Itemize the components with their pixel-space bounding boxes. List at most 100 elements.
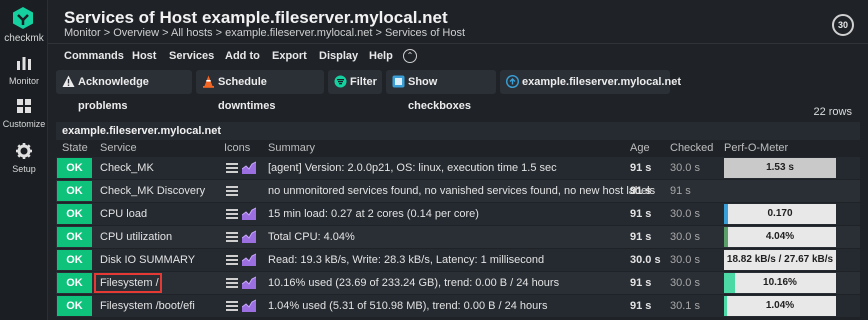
menu-services[interactable]: Services: [169, 50, 214, 62]
menu-add-to[interactable]: Add to: [225, 50, 260, 62]
table-row: OK Filesystem /boot/efi 1.04% used (5.31 o…: [56, 295, 860, 317]
perf-o-meter[interactable]: 1.53 s: [724, 158, 836, 178]
checkbox-icon: [392, 75, 405, 88]
state-badge: OK: [57, 158, 92, 178]
perf-o-meter[interactable]: 10.16%: [724, 273, 836, 293]
state-badge: OK: [57, 273, 92, 293]
service-link[interactable]: CPU utilization: [100, 231, 172, 243]
perf-o-meter[interactable]: 4.04%: [724, 227, 836, 247]
graph-icon[interactable]: [242, 276, 256, 289]
refresh-countdown[interactable]: 30: [832, 14, 854, 36]
table-row: OK Filesystem /10.16% used (23.69 of 233.…: [56, 272, 860, 294]
row-count: 22 rows: [813, 106, 852, 118]
col-perf-o-meter[interactable]: Perf-O-Meter: [724, 142, 788, 154]
schedule-downtimes-button[interactable]: Schedule downtimes: [196, 70, 324, 112]
summary-text: [agent] Version: 2.0.0p21, OS: linux, ex…: [268, 162, 557, 174]
info-icon: [506, 75, 519, 88]
logo-text: checkmk: [4, 33, 44, 44]
graph-icon[interactable]: [242, 161, 256, 174]
table-row: OK Check_MK Discovery no unmonitored servi…: [56, 180, 860, 202]
checked-value: 30.0 s: [670, 231, 700, 243]
menu-icon[interactable]: [226, 232, 238, 242]
summary-text: no unmonitored services found, no vanish…: [268, 185, 656, 197]
menu-display[interactable]: Display: [319, 50, 358, 62]
grid-icon: [17, 99, 31, 113]
col-state[interactable]: State: [62, 142, 88, 154]
checked-value: 30.0 s: [670, 254, 700, 266]
warning-icon: [62, 75, 75, 87]
sidebar-item-monitor[interactable]: Monitor: [0, 54, 48, 86]
page-title: Services of Host example.fileserver.mylo…: [64, 8, 448, 27]
service-link[interactable]: CPU load: [100, 208, 147, 220]
age-value: 91 s: [630, 185, 652, 197]
perf-label: 1.04%: [765, 300, 795, 311]
age-value: 91 s: [630, 277, 652, 289]
state-badge: OK: [57, 181, 92, 201]
age-value: 91 s: [630, 231, 652, 243]
perf-label: 4.04%: [765, 231, 795, 242]
sidebar-item-label: Setup: [12, 164, 36, 174]
age-value: 91 s: [630, 300, 652, 312]
checked-value: 30.0 s: [670, 208, 700, 220]
host-group-header[interactable]: example.fileserver.mylocal.net: [56, 122, 860, 140]
age-value: 91 s: [630, 208, 652, 220]
menu-export[interactable]: Export: [272, 50, 307, 62]
menu-bar: Commands Host Services Add to Export Dis…: [48, 43, 868, 67]
perf-label: 1.53 s: [766, 162, 794, 173]
filter-label: Filter: [350, 76, 377, 88]
menu-icon[interactable]: [226, 163, 238, 173]
col-checked[interactable]: Checked: [670, 142, 713, 154]
chevron-up-icon[interactable]: ⌃: [403, 49, 417, 63]
service-link[interactable]: Filesystem /boot/efi: [100, 300, 195, 312]
col-service[interactable]: Service: [100, 142, 137, 154]
table-row: OK Check_MK [agent] Version: 2.0.0p21, OS:…: [56, 157, 860, 179]
sidebar: checkmk Monitor Customize Setup: [0, 0, 48, 320]
graph-icon[interactable]: [242, 299, 256, 312]
table-header: State Service Icons Summary Age Checked …: [56, 140, 860, 156]
perf-label: 10.16%: [763, 277, 797, 288]
filter-button[interactable]: Filter: [328, 70, 382, 94]
menu-host[interactable]: Host: [132, 50, 156, 62]
acknowledge-button[interactable]: Acknowledge problems: [56, 70, 192, 112]
filter-icon: [334, 75, 347, 88]
show-checkboxes-button[interactable]: Show checkboxes: [386, 70, 496, 112]
checked-value: 30.0 s: [670, 162, 700, 174]
bar-chart-icon: [17, 57, 31, 70]
menu-icon[interactable]: [226, 301, 238, 311]
sidebar-item-label: Customize: [2, 119, 46, 129]
table-row: OK CPU utilization Total CPU: 4.04% 91 s 30.…: [56, 226, 860, 248]
col-icons[interactable]: Icons: [224, 142, 250, 154]
summary-text: Total CPU: 4.04%: [268, 231, 355, 243]
gear-icon: [16, 143, 32, 159]
graph-icon[interactable]: [242, 230, 256, 243]
state-badge: OK: [57, 296, 92, 316]
col-summary[interactable]: Summary: [268, 142, 315, 154]
state-badge: OK: [57, 250, 92, 270]
service-link[interactable]: Disk IO SUMMARY: [100, 254, 195, 266]
menu-icon[interactable]: [226, 186, 238, 196]
col-age[interactable]: Age: [630, 142, 650, 154]
summary-text: 1.04% used (5.31 of 510.98 MB), trend: 0…: [268, 300, 548, 312]
menu-icon[interactable]: [226, 255, 238, 265]
graph-icon[interactable]: [242, 207, 256, 220]
sidebar-item-label: Monitor: [8, 76, 39, 86]
breadcrumb[interactable]: Monitor > Overview > All hosts > example…: [64, 27, 465, 39]
perf-o-meter[interactable]: 1.04%: [724, 296, 836, 316]
menu-commands[interactable]: Commands: [64, 50, 124, 62]
menu-icon[interactable]: [226, 278, 238, 288]
selection-highlight: [94, 273, 162, 293]
host-link-button[interactable]: example.fileserver.mylocal.net: [500, 70, 681, 94]
perf-o-meter[interactable]: 0.170: [724, 204, 836, 224]
host-link-label: example.fileserver.mylocal.net: [522, 76, 681, 88]
state-badge: OK: [57, 227, 92, 247]
service-link[interactable]: Check_MK Discovery: [100, 185, 205, 197]
checkmk-logo-icon[interactable]: [11, 6, 35, 30]
perf-o-meter[interactable]: 18.82 kB/s / 27.67 kB/s: [724, 250, 836, 270]
menu-icon[interactable]: [226, 209, 238, 219]
menu-help[interactable]: Help: [369, 50, 393, 62]
service-link[interactable]: Check_MK: [100, 162, 154, 174]
table-row: OK CPU load 15 min load: 0.27 at 2 cores (…: [56, 203, 860, 225]
sidebar-item-setup[interactable]: Setup: [0, 142, 48, 174]
sidebar-item-customize[interactable]: Customize: [0, 97, 48, 129]
graph-icon[interactable]: [242, 253, 256, 266]
